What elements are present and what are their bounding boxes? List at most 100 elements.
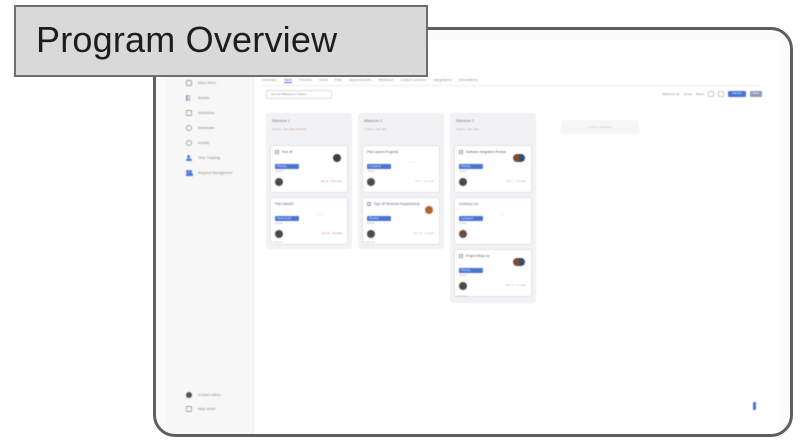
column-count: 2 items · Due date [272, 127, 295, 131]
sidebar-item-contact-admin[interactable]: Contact admin [186, 392, 221, 398]
page-title: Program Overview [36, 19, 338, 60]
column-title: Milestone 1 [272, 119, 290, 123]
assignee-avatars [513, 258, 525, 266]
board-card[interactable]: Kick off Planning Owner Oct 12 · Due soo… [270, 145, 348, 193]
card-due-date: Oct 12 · Due soon [320, 180, 342, 183]
add-milestone-button[interactable]: + Add a milestone [561, 120, 639, 134]
assignee-avatar [425, 206, 433, 214]
card-owner-label: Owner [275, 170, 283, 173]
status-badge: Planning [275, 164, 299, 169]
progress-dots: ○ ○ ○ ○ [407, 160, 417, 164]
board-column: Milestone 1 2 items · Due date Overdue K… [266, 113, 352, 249]
tab-gantt[interactable]: Gantt [319, 78, 328, 83]
team-icon [186, 170, 193, 176]
add-item-button[interactable]: Add item [728, 91, 746, 97]
tab-bar: Overview Table Timeline Gantt Files Depe… [262, 78, 478, 83]
card-owner-label: Owner [367, 170, 375, 173]
tab-overview[interactable]: Overview [262, 78, 277, 83]
activity-icon [186, 140, 192, 146]
sidebar-item-help-center[interactable]: Help center [186, 406, 216, 412]
card-due-date: Oct 24 · Overdue [322, 232, 342, 235]
card-owner-label: Owner [459, 170, 467, 173]
board-view-icon[interactable] [718, 91, 724, 97]
info-icon[interactable] [753, 402, 756, 410]
sidebar-item-inbox[interactable]: Inbox Items [186, 80, 216, 86]
board-toolbar: Milestone (3) Group Board Add item Share [662, 91, 762, 97]
card-title-text: Project Wrap-Up [466, 254, 490, 258]
tab-automations[interactable]: Automations [459, 78, 478, 83]
sidebar-item-activity[interactable]: Activity [186, 140, 209, 146]
user-icon [186, 392, 192, 398]
tab-dependencies[interactable]: Dependencies [349, 78, 371, 83]
group-button[interactable]: Group [684, 92, 692, 96]
card-title: Sign-off Technical Requirements [367, 202, 435, 206]
board-card[interactable]: Pilot Launch Progress In progress ○ ○ ○ … [362, 145, 440, 193]
status-badge: Planning [459, 268, 483, 273]
laptop-frame: Inbox Items Boards Schedules Workloads A… [153, 27, 793, 437]
column-header: Milestone 3 3 items · Due date [450, 113, 536, 143]
sidebar-item-label: Request Management [198, 171, 233, 175]
sidebar-item-workloads[interactable]: Workloads [186, 125, 214, 131]
checkbox-icon[interactable] [459, 150, 463, 154]
sidebar-item-label: Boards [198, 96, 210, 100]
tab-divider [262, 85, 760, 86]
card-title-text: Software Integration Review [466, 150, 506, 154]
card-owner-label: Owner [275, 222, 283, 225]
tab-custom-columns[interactable]: Custom columns [400, 78, 426, 83]
board-card[interactable]: Inventory List In progress ○ ○ Owner [454, 197, 532, 245]
status-badge: In progress [367, 164, 391, 169]
sidebar-item-label: Contact admin [198, 393, 221, 397]
tab-workload[interactable]: Workload [378, 78, 393, 83]
sort-filter-button[interactable]: Sort by Milestone & Status [266, 90, 332, 99]
calendar-icon [186, 110, 192, 116]
card-owner-label: Owner [367, 222, 375, 225]
sidebar-item-label: Help center [198, 407, 216, 411]
status-badge: In progress [459, 216, 483, 221]
checkbox-icon[interactable] [459, 254, 463, 258]
avatar [459, 282, 467, 290]
person-icon [186, 155, 192, 161]
column-title: Milestone 2 [364, 119, 382, 123]
sidebar-item-time-tracking[interactable]: Time Tracking [186, 155, 220, 161]
board-card[interactable]: Software Integration Review Planning Own… [454, 145, 532, 193]
milestone-count: Milestone (3) [662, 92, 680, 96]
sidebar-item-label: Activity [198, 141, 210, 145]
board-card[interactable]: Sign-off Technical Requirements Planning… [362, 197, 440, 245]
tab-table[interactable]: Table [283, 78, 292, 83]
tab-files[interactable]: Files [335, 78, 342, 83]
board-card[interactable]: Plan Handoff Review & QA ○ ○ ○ ○ Owner O… [270, 197, 348, 245]
checkbox-icon[interactable] [275, 150, 279, 154]
column-subtitle: 2 items · Due date Overdue [272, 127, 346, 131]
title-banner: Program Overview [14, 5, 428, 77]
card-title-text: Pilot Launch Progress [367, 150, 399, 154]
assignee-avatars [513, 154, 525, 162]
add-item-link[interactable]: + Add item [455, 295, 467, 298]
view-button[interactable]: Board [696, 92, 704, 96]
sidebar-item-label: Time Tracking [198, 156, 220, 160]
overdue-flag: Overdue [295, 127, 307, 131]
chart-icon [186, 95, 192, 101]
add-item-link[interactable]: + Add item [363, 241, 375, 244]
sidebar-item-request-management[interactable]: Request Management [186, 170, 232, 176]
share-button[interactable]: Share [750, 91, 762, 97]
checkbox-icon[interactable] [367, 202, 371, 206]
progress-dots: ○ ○ ○ ○ [315, 212, 325, 216]
sidebar-item-boards[interactable]: Boards [186, 95, 209, 101]
sidebar: Inbox Items Boards Schedules Workloads A… [166, 40, 254, 434]
card-title-text: Plan Handoff [275, 202, 294, 206]
tab-timeline[interactable]: Timeline [299, 78, 312, 83]
card-due-date: Nov 14 · On track [413, 232, 434, 235]
inbox-icon [186, 80, 192, 86]
card-title-text: Kick off [282, 150, 293, 154]
card-title: Inventory List [459, 202, 527, 206]
card-owner-label: Owner [459, 222, 467, 225]
column-title: Milestone 3 [456, 119, 474, 123]
progress-dots: ○ ○ [499, 212, 504, 216]
card-title: Pilot Launch Progress [367, 150, 435, 154]
tab-integrations[interactable]: Integrations [433, 78, 451, 83]
list-view-icon[interactable] [708, 91, 714, 97]
board-card[interactable]: Project Wrap-Up Planning Owner Dec 19 · … [454, 249, 532, 297]
column-header: Milestone 1 2 items · Due date Overdue [266, 113, 352, 143]
add-item-link[interactable]: + Add item [271, 241, 283, 244]
sidebar-item-schedules[interactable]: Schedules [186, 110, 214, 116]
